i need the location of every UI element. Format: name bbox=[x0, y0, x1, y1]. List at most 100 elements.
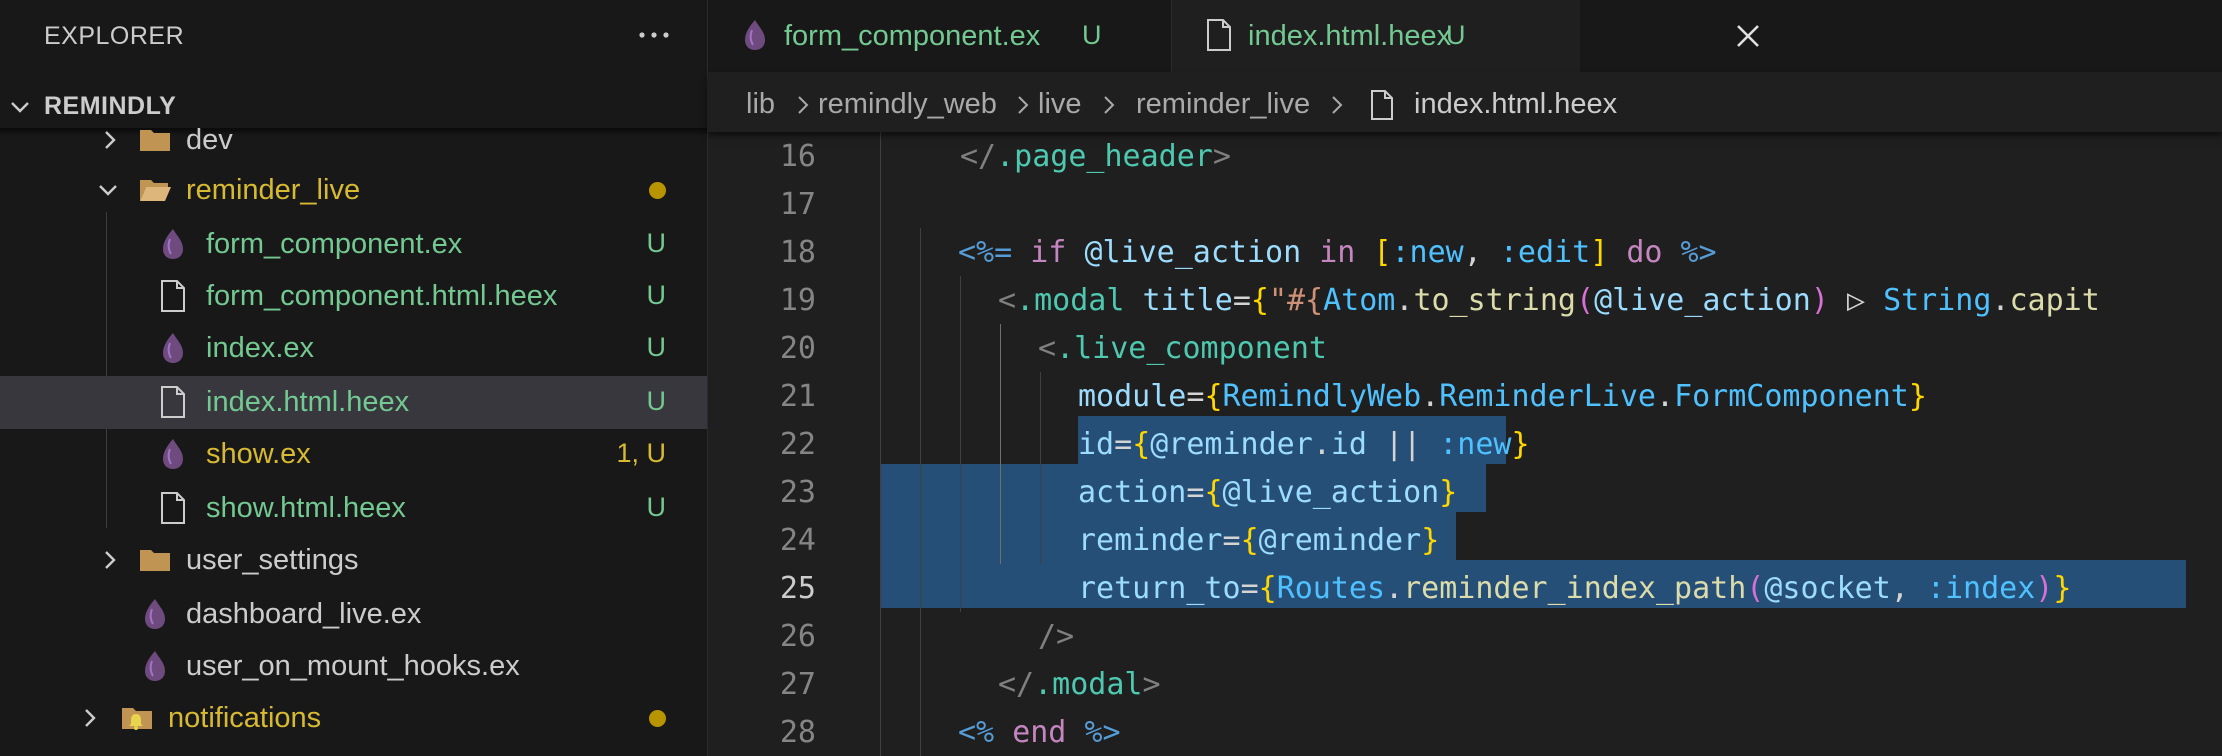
tree-item-reminder-live[interactable]: reminder_live bbox=[0, 164, 707, 217]
notifications-folder-icon bbox=[122, 708, 152, 730]
code-line: 18 <%= if @live_action in [:new, :edit] … bbox=[708, 228, 2222, 276]
tab-form-component-ex[interactable]: form_component.ex U bbox=[708, 0, 1172, 72]
modified-dot bbox=[649, 182, 666, 199]
tree-item-label: index.html.heex bbox=[206, 386, 410, 418]
breadcrumb-item[interactable]: remindly_web bbox=[818, 88, 997, 121]
code-line-active: 25 return_to={Routes.reminder_index_path… bbox=[708, 564, 2222, 612]
tree-item-label: form_component.ex bbox=[206, 228, 463, 260]
line-number: 25 bbox=[779, 571, 816, 606]
folder-open-icon bbox=[140, 180, 171, 201]
code-text: <%= if @live_action in [:new, :edit] do … bbox=[958, 235, 1717, 270]
editor-tab-bar: form_component.ex U index.html.heex U bbox=[708, 0, 2222, 72]
git-status-badge: U bbox=[646, 492, 667, 522]
tree-item-dashboard-live[interactable]: dashboard_live.ex bbox=[0, 588, 707, 641]
line-number: 26 bbox=[779, 619, 816, 654]
line-number: 28 bbox=[779, 715, 816, 750]
git-status-badge: U bbox=[646, 228, 667, 258]
file-icon bbox=[161, 280, 185, 312]
chevron-right-icon bbox=[85, 709, 96, 727]
chevron-right-icon bbox=[798, 96, 809, 114]
code-text: reminder={@reminder} bbox=[1078, 523, 1440, 558]
code-line: 17 bbox=[708, 180, 2222, 228]
folder-icon bbox=[140, 550, 170, 571]
tree-item-user-settings[interactable]: user_settings bbox=[0, 534, 707, 587]
line-number: 22 bbox=[779, 427, 816, 462]
tree-item-form-component-ex[interactable]: form_component.ex U bbox=[0, 218, 707, 271]
tree-item-notifications[interactable]: notifications bbox=[0, 692, 707, 745]
code-text: module={RemindlyWeb.ReminderLive.FormCom… bbox=[1078, 379, 1927, 414]
tree-item-label: notifications bbox=[168, 702, 322, 734]
code-line: 21 module={RemindlyWeb.ReminderLive.Form… bbox=[708, 372, 2222, 420]
line-number: 19 bbox=[779, 283, 816, 318]
breadcrumb-item[interactable]: reminder_live bbox=[1136, 88, 1310, 121]
code-text: </.page_header> bbox=[960, 139, 1231, 174]
line-number: 21 bbox=[779, 379, 816, 414]
tree-item-index-ex[interactable]: index.ex U bbox=[0, 322, 707, 375]
chevron-right-icon bbox=[1104, 96, 1115, 114]
git-status-badge: 1, U bbox=[616, 438, 666, 468]
code-line: 24 reminder={@reminder} bbox=[708, 516, 2222, 564]
tree-item-label: dashboard_live.ex bbox=[186, 598, 422, 630]
elixir-icon bbox=[163, 229, 183, 259]
elixir-icon bbox=[745, 20, 765, 50]
chevron-right-icon bbox=[1018, 96, 1029, 114]
folder-icon bbox=[140, 130, 170, 151]
tree-item-index-heex[interactable]: index.html.heex U bbox=[0, 376, 707, 429]
git-status-badge: U bbox=[1446, 20, 1466, 50]
tree-item-show-ex[interactable]: show.ex 1, U bbox=[0, 428, 707, 481]
tree-item-show-heex[interactable]: show.html.heex U bbox=[0, 482, 707, 535]
tree-item-label: form_component.html.heex bbox=[206, 280, 558, 312]
line-number: 27 bbox=[779, 667, 816, 702]
close-icon[interactable] bbox=[1732, 20, 1764, 52]
breadcrumb-current-file[interactable]: index.html.heex bbox=[1414, 88, 1617, 121]
tab-label: index.html.heex bbox=[1248, 20, 1452, 52]
tree-item-label: dev bbox=[186, 124, 233, 156]
tree-item-label: reminder_live bbox=[186, 174, 361, 206]
code-text: <% end %> bbox=[958, 715, 1121, 750]
explorer-header: EXPLORER bbox=[0, 0, 707, 72]
breadcrumb: lib remindly_web live reminder_live inde… bbox=[708, 72, 2222, 132]
code-text: /> bbox=[1038, 619, 1075, 654]
code-editor[interactable]: 16 </.page_header> 17 18 <%= if @live_ac… bbox=[708, 132, 2222, 756]
file-icon bbox=[1371, 90, 1393, 120]
chevron-right-icon bbox=[1332, 96, 1343, 114]
code-text: action={@live_action} bbox=[1078, 475, 1458, 510]
code-line: 20 <.live_component bbox=[708, 324, 2222, 372]
git-status-badge: U bbox=[646, 386, 667, 416]
more-actions-icon[interactable] bbox=[636, 14, 672, 54]
code-line: 19 <.modal title={"#{Atom.to_string(@liv… bbox=[708, 276, 2222, 324]
git-status-badge: U bbox=[646, 332, 667, 362]
tree-item-form-component-heex[interactable]: form_component.html.heex U bbox=[0, 270, 707, 323]
tab-index-html-heex[interactable]: index.html.heex U bbox=[1172, 0, 1580, 72]
code-line: 27 </.modal> bbox=[708, 660, 2222, 708]
tree-item-label: show.ex bbox=[206, 438, 311, 470]
chevron-right-icon bbox=[105, 551, 116, 569]
elixir-icon bbox=[145, 599, 165, 629]
file-icon bbox=[161, 492, 185, 524]
code-text: </.modal> bbox=[998, 667, 1161, 702]
line-number: 17 bbox=[779, 187, 816, 222]
explorer-sidebar: EXPLORER REMINDLY dev reminder_live form… bbox=[0, 0, 708, 756]
chevron-down-icon bbox=[99, 185, 117, 196]
tree-item-label: show.html.heex bbox=[206, 492, 406, 524]
code-text: <.live_component bbox=[1038, 331, 1327, 366]
code-line: 23 action={@live_action} bbox=[708, 468, 2222, 516]
code-line: 16 </.page_header> bbox=[708, 132, 2222, 180]
elixir-icon bbox=[163, 439, 183, 469]
code-text: return_to={Routes.reminder_index_path(@s… bbox=[1078, 571, 2072, 606]
tree-item-dev[interactable]: dev bbox=[0, 114, 707, 167]
line-number: 24 bbox=[779, 523, 816, 558]
code-text: id={@reminder.id || :new} bbox=[1078, 427, 1530, 462]
tree-item-user-on-mount-hooks[interactable]: user_on_mount_hooks.ex bbox=[0, 640, 707, 693]
elixir-icon bbox=[163, 333, 183, 363]
tree-item-label: user_on_mount_hooks.ex bbox=[186, 650, 520, 682]
tree-item-label: index.ex bbox=[206, 332, 315, 364]
tab-label: form_component.ex bbox=[784, 20, 1041, 52]
code-line: 28 <% end %> bbox=[708, 708, 2222, 756]
code-text: <.modal title={"#{Atom.to_string(@live_a… bbox=[998, 283, 2100, 318]
breadcrumb-item[interactable]: lib bbox=[746, 88, 775, 121]
tree-item-label: user_settings bbox=[186, 544, 359, 576]
breadcrumb-item[interactable]: live bbox=[1038, 88, 1082, 121]
file-icon bbox=[161, 386, 185, 418]
file-icon bbox=[1207, 19, 1231, 51]
